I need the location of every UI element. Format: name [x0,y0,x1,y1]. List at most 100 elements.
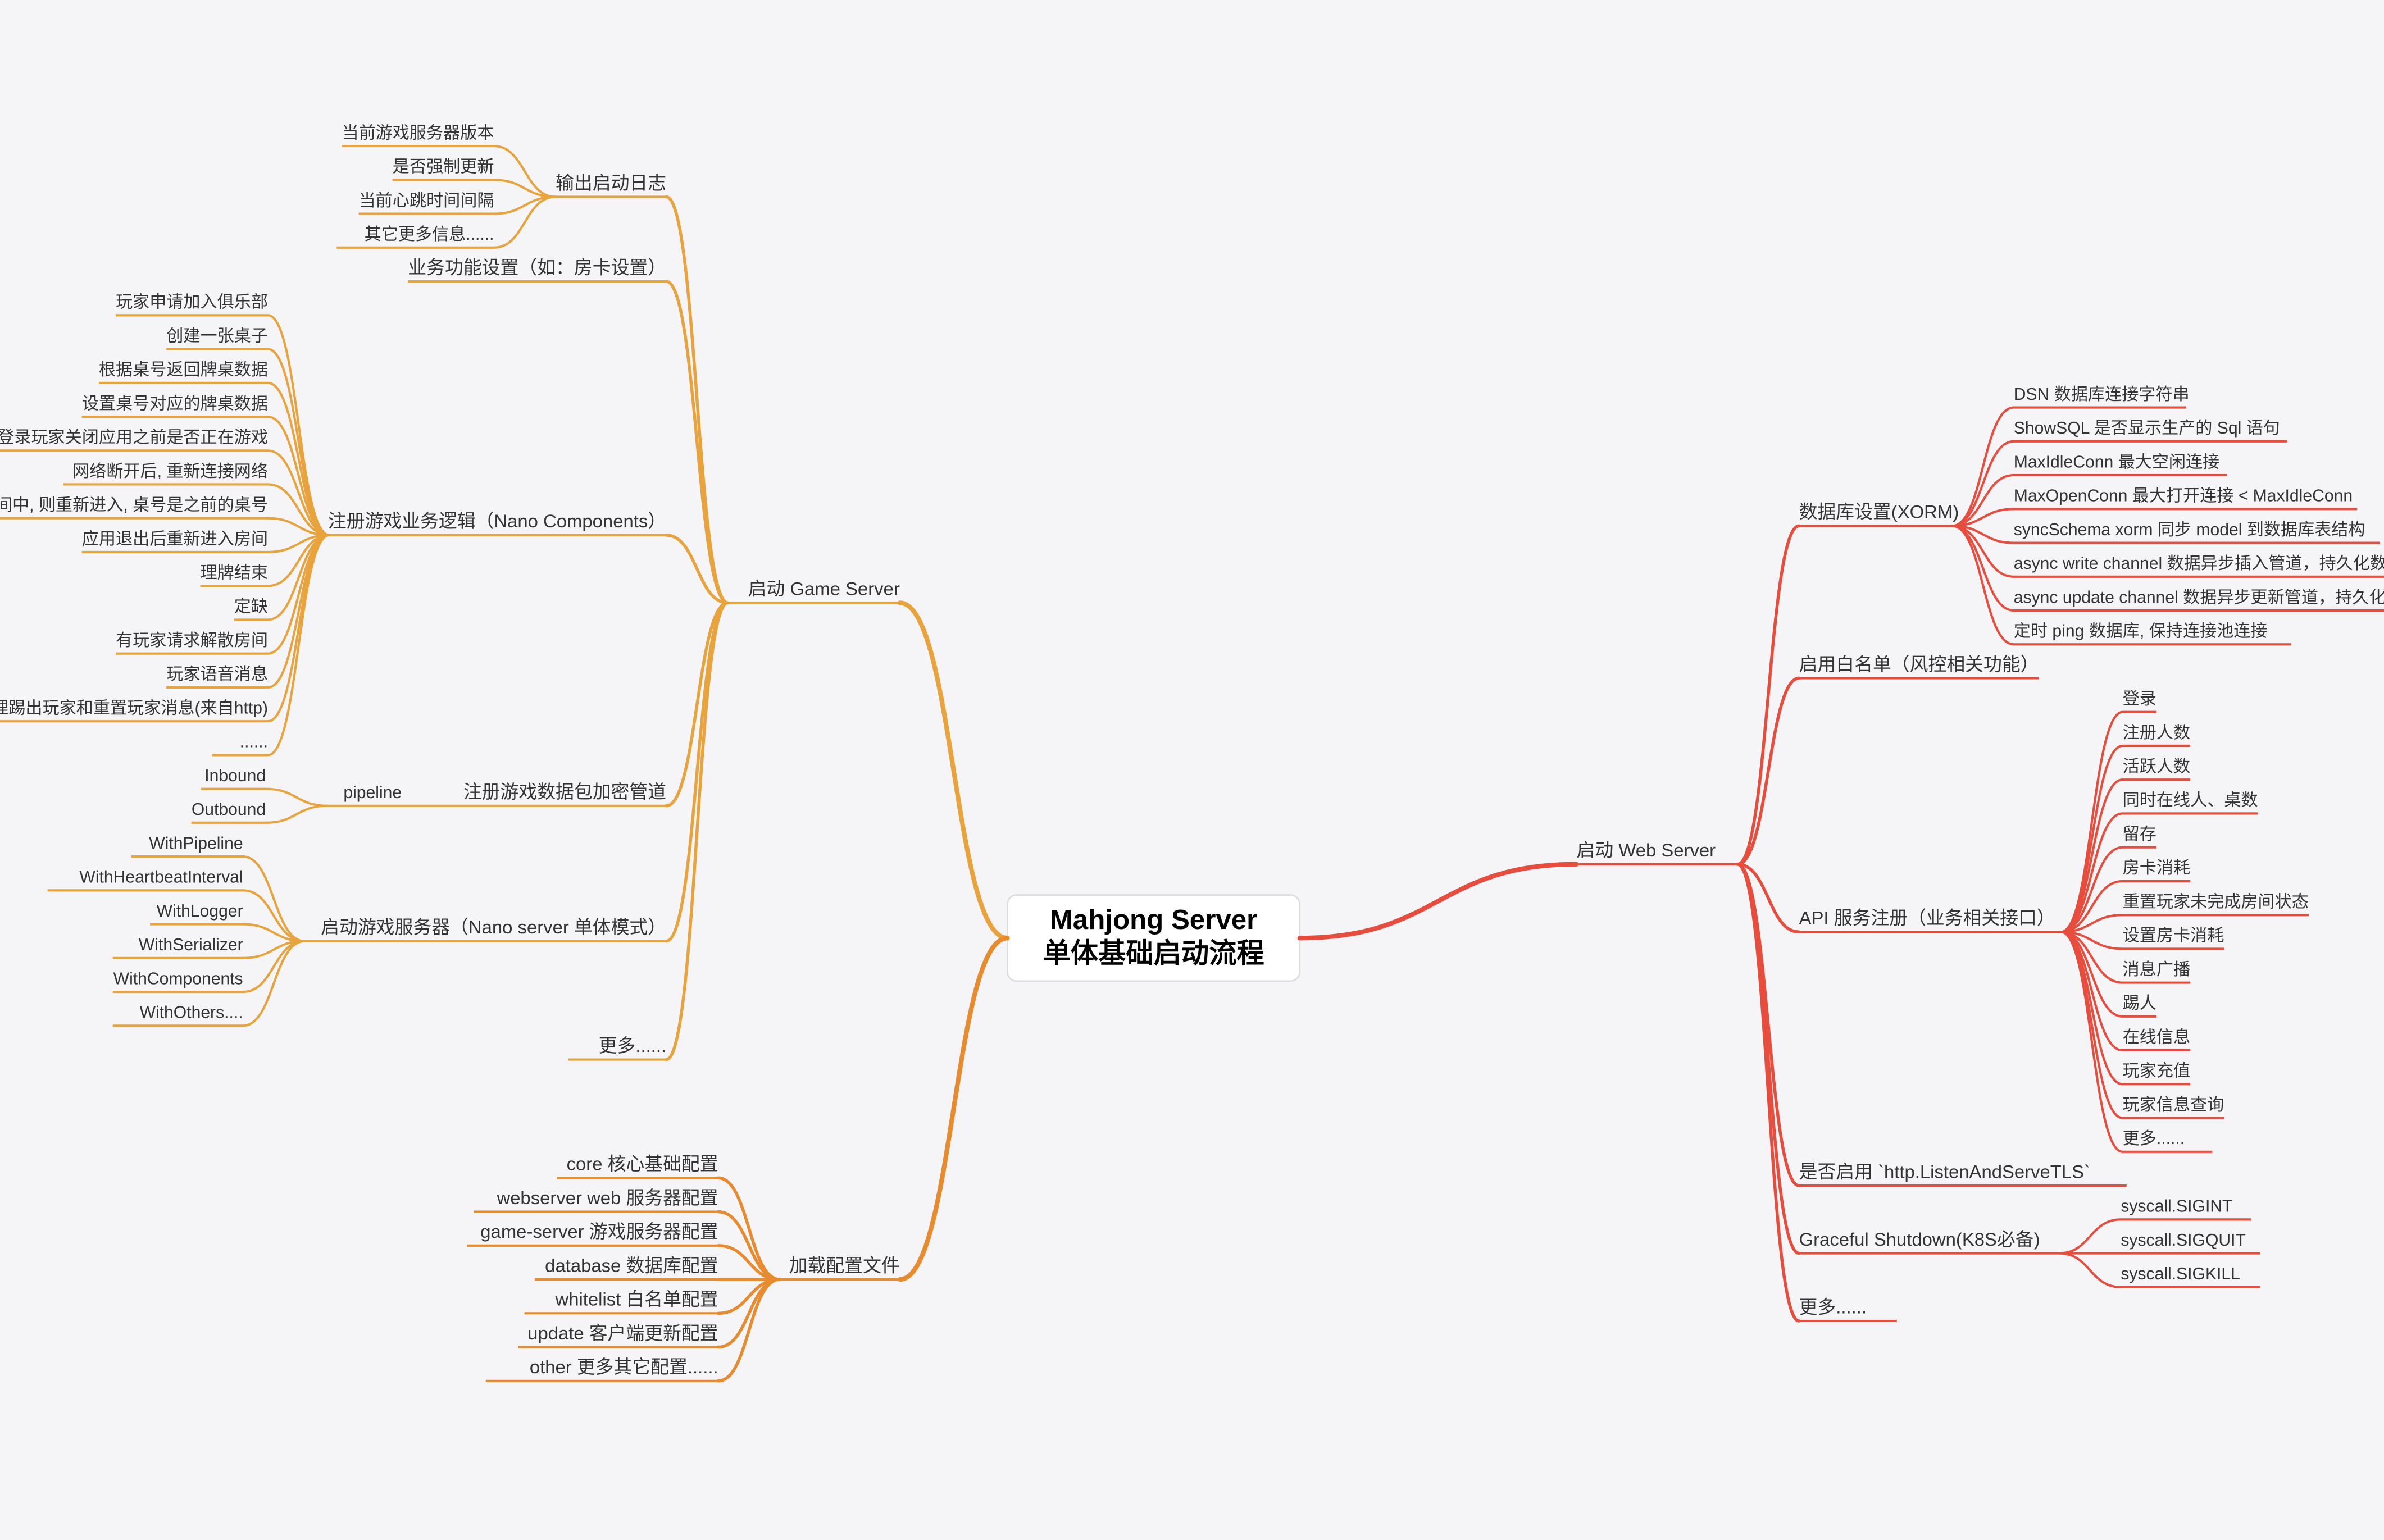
connector [268,535,330,687]
connector [2061,813,2123,932]
connector [1737,864,1799,1254]
node-Outbound: Outbound [192,800,266,819]
node-玩家充值: 玩家充值 [2123,1062,2190,1081]
connector [2059,1219,2121,1253]
node-启动 Web Server: 启动 Web Server [1577,840,1716,860]
connector [243,856,305,941]
node-玩家语音消息: 玩家语音消息 [166,665,268,684]
node-登录: 登录 [2123,690,2156,708]
node-database 数据库配置: database 数据库配置 [545,1255,718,1275]
node-whitelist 白名单配置: whitelist 白名单配置 [555,1289,718,1310]
node-Graceful Shutdown(K8S必备): Graceful Shutdown(K8S必备) [1799,1229,2040,1250]
node-update 客户端更新配置: update 客户端更新配置 [527,1323,718,1343]
node-更多......: 更多...... [1799,1296,1867,1317]
node-是否强制更新: 是否强制更新 [393,158,494,176]
node-WithHeartbeatInterval: WithHeartbeatInterval [79,868,243,887]
connector [1300,864,1577,938]
node-WithLogger: WithLogger [157,902,243,921]
node-WithOthers....: WithOthers.... [140,1004,243,1022]
node-输出启动日志: 输出启动日志 [556,172,666,193]
connector [900,938,1008,1279]
node-WithComponents: WithComponents [113,969,243,988]
node-检查登录玩家关闭应用之前是否正在游戏: 检查登录玩家关闭应用之前是否正在游戏 [0,429,268,447]
connector [268,535,330,721]
connector [266,789,327,806]
node-玩家申请加入俱乐部: 玩家申请加入俱乐部 [116,293,268,312]
connector [2061,932,2123,1152]
node-留存: 留存 [2123,825,2156,844]
root-title-1: Mahjong Server [1050,904,1258,935]
node-启动 Game Server: 启动 Game Server [748,578,900,599]
node-更多......: 更多...... [2123,1129,2185,1148]
node-应用退出后重新进入房间: 应用退出后重新进入房间 [82,530,268,548]
connector [1952,526,2014,644]
node-消息广播: 消息广播 [2123,960,2190,979]
node-更多......: 更多...... [599,1035,666,1056]
node-其它更多信息......: 其它更多信息...... [365,225,494,244]
node-WithSerializer: WithSerializer [139,936,243,954]
connector [666,197,728,603]
node-根据桌号返回牌桌数据: 根据桌号返回牌桌数据 [99,361,268,379]
connector [243,941,305,1026]
node-syscall.SIGQUIT: syscall.SIGQUIT [2121,1231,2246,1250]
connector [268,535,330,654]
node-房卡消耗: 房卡消耗 [2123,859,2190,877]
connector [900,603,1008,938]
node-......: ...... [240,733,268,751]
connector [268,315,330,535]
node-启动游戏服务器（Nano server 单体模式）: 启动游戏服务器（Nano server 单体模式） [321,917,666,937]
connector [666,281,728,603]
connector [268,535,330,755]
node-定缺: 定缺 [234,598,268,616]
node-设置桌号对应的牌桌数据: 设置桌号对应的牌桌数据 [82,394,268,413]
connector [1952,441,2014,526]
node-syscall.SIGINT: syscall.SIGINT [2121,1197,2232,1216]
node-有玩家请求解散房间: 有玩家请求解散房间 [116,631,268,650]
node-理牌结束: 理牌结束 [201,564,268,582]
connector [2061,932,2123,1050]
connector [2061,932,2123,1084]
node-设置房卡消耗: 设置房卡消耗 [2123,927,2224,945]
node-在线信息: 在线信息 [2123,1028,2190,1046]
node-网络断开后, 如果ReConnect后发现当前正在房间中, 则重新进入, 桌号是之前的桌号: 网络断开后, 如果ReConnect后发现当前正在房间中, 则重新进入, 桌号是… [0,496,268,514]
node-启用白名单（风控相关功能）: 启用白名单（风控相关功能） [1799,654,2039,675]
connector [2061,932,2123,1118]
node-syncSchema xorm 同步 model 到数据库表结构: syncSchema xorm 同步 model 到数据库表结构 [2014,521,2365,539]
connector [666,603,728,1059]
node-重置玩家未完成房间状态: 重置玩家未完成房间状态 [2123,892,2309,911]
mindmap-canvas: Mahjong Server单体基础启动流程 启动 Web Server 数据库设置… [0,0,2384,1538]
node-DSN 数据库连接字符串: DSN 数据库连接字符串 [2014,385,2190,404]
node-数据库设置(XORM): 数据库设置(XORM) [1799,502,1959,522]
root-title-2: 单体基础启动流程 [1043,938,1264,969]
node-业务功能设置（如：房卡设置）: 业务功能设置（如：房卡设置） [408,257,666,277]
node-定时 ping 数据库, 保持连接池连接: 定时 ping 数据库, 保持连接池连接 [2014,622,2268,641]
node-处理踢出玩家和重置玩家消息(来自http): 处理踢出玩家和重置玩家消息(来自http) [0,699,268,717]
node-玩家信息查询: 玩家信息查询 [2123,1096,2224,1114]
connector [1737,864,1799,1321]
node-注册游戏业务逻辑（Nano Components）: 注册游戏业务逻辑（Nano Components） [328,511,666,531]
node-async write channel 数据异步插入管道，持久化数据: async write channel 数据异步插入管道，持久化数据 [2014,554,2384,573]
node-创建一张桌子: 创建一张桌子 [166,327,268,345]
node-WithPipeline: WithPipeline [149,834,243,853]
connector [2059,1254,2121,1287]
node-注册游戏数据包加密管道: 注册游戏数据包加密管道 [463,781,666,802]
connector [1737,526,1799,864]
node-加载配置文件: 加载配置文件 [789,1255,900,1275]
node-MaxOpenConn 最大打开连接 < MaxIdleConn: MaxOpenConn 最大打开连接 < MaxIdleConn [2014,487,2353,505]
node-活跃人数: 活跃人数 [2123,758,2190,776]
connector [266,806,327,823]
connector [666,603,728,941]
node-async update channel 数据异步更新管道，持久化数据: async update channel 数据异步更新管道，持久化数据 [2014,588,2384,607]
connector [268,417,330,535]
node-网络断开后, 重新连接网络: 网络断开后, 重新连接网络 [72,462,268,481]
node-syscall.SIGKILL: syscall.SIGKILL [2121,1265,2240,1283]
connector [2061,746,2123,932]
connector [1737,864,1799,1186]
node-pipeline: pipeline [343,783,402,802]
node-API 服务注册（业务相关接口）: API 服务注册（业务相关接口） [1799,908,2055,928]
connector [2061,780,2123,932]
connector [1952,526,2014,610]
node-同时在线人、桌数: 同时在线人、桌数 [2123,791,2258,810]
node-Inbound: Inbound [204,767,266,785]
connector [268,349,330,535]
